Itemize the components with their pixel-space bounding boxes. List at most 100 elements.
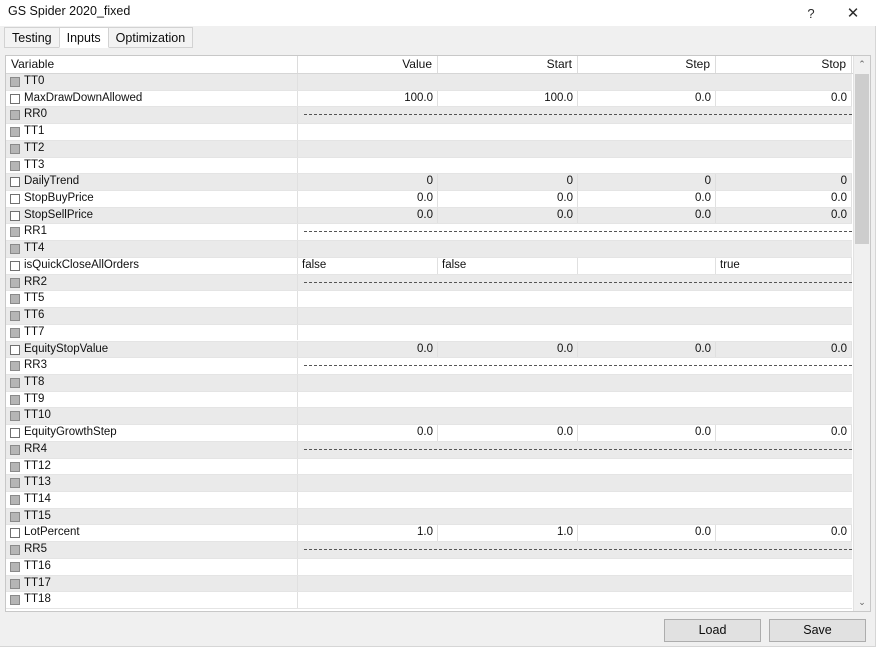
checkbox-icon[interactable]: [10, 411, 20, 422]
tab-optimization[interactable]: Optimization: [107, 27, 194, 48]
table-row[interactable]: EquityStopValue 0.0 0.0 0.0 0.0: [6, 341, 852, 359]
cell-value[interactable]: 0: [298, 174, 438, 190]
cell-value[interactable]: 0.0: [298, 341, 438, 358]
variable-name-cell[interactable]: TT18: [6, 592, 298, 608]
variable-name-cell[interactable]: MaxDrawDownAllowed: [6, 90, 298, 107]
table-row[interactable]: TT1: [6, 124, 852, 141]
variable-name-cell[interactable]: TT9: [6, 391, 298, 408]
column-header-value[interactable]: Value: [298, 56, 438, 73]
checkbox-icon[interactable]: [10, 77, 20, 87]
variable-name-cell[interactable]: RR5: [6, 542, 298, 558]
checkbox-icon[interactable]: [10, 277, 20, 288]
scrollbar-thumb[interactable]: [855, 74, 869, 244]
table-row[interactable]: MaxDrawDownAllowed 100.0 100.0 0.0 0.0: [6, 90, 852, 108]
cell-step[interactable]: 0.0: [578, 341, 716, 358]
cell-step[interactable]: 0: [578, 174, 716, 190]
cell-value[interactable]: 0.0: [298, 425, 438, 441]
cell-value[interactable]: false: [298, 257, 438, 274]
cell-step[interactable]: [578, 257, 716, 274]
variable-name-cell[interactable]: DailyTrend: [6, 174, 298, 190]
checkbox-icon[interactable]: [10, 494, 20, 505]
column-header-variable[interactable]: Variable: [6, 56, 298, 73]
cell-step[interactable]: 0.0: [578, 207, 716, 224]
tab-inputs[interactable]: Inputs: [58, 27, 109, 48]
checkbox-icon[interactable]: [10, 210, 20, 221]
cell-start[interactable]: false: [438, 257, 578, 274]
table-row[interactable]: StopSellPrice 0.0 0.0 0.0 0.0: [6, 207, 852, 225]
variable-name-cell[interactable]: StopSellPrice: [6, 207, 298, 224]
checkbox-icon[interactable]: [10, 160, 20, 171]
cell-value[interactable]: 0.0: [298, 191, 438, 207]
variable-name-cell[interactable]: TT4: [6, 241, 298, 257]
cell-start[interactable]: 0.0: [438, 207, 578, 224]
variable-name-cell[interactable]: TT5: [6, 291, 298, 308]
cell-value[interactable]: 1.0: [298, 525, 438, 542]
cell-value[interactable]: 0.0: [298, 207, 438, 224]
cell-start[interactable]: 0.0: [438, 341, 578, 358]
checkbox-icon[interactable]: [10, 461, 20, 472]
checkbox-icon[interactable]: [10, 244, 20, 255]
column-header-step[interactable]: Step: [578, 56, 716, 73]
table-row[interactable]: RR3: [6, 358, 852, 375]
checkbox-icon[interactable]: [10, 127, 20, 138]
column-header-stop[interactable]: Stop: [716, 56, 852, 73]
variable-name-cell[interactable]: EquityGrowthStep: [6, 425, 298, 441]
table-row[interactable]: isQuickCloseAllOrders false false true: [6, 257, 852, 275]
table-row[interactable]: EquityGrowthStep 0.0 0.0 0.0 0.0: [6, 425, 852, 442]
cell-stop[interactable]: true: [716, 257, 852, 274]
cell-stop[interactable]: 0.0: [716, 191, 852, 207]
cell-stop[interactable]: 0.0: [716, 207, 852, 224]
variable-name-cell[interactable]: isQuickCloseAllOrders: [6, 257, 298, 274]
checkbox-icon[interactable]: [10, 294, 20, 305]
cell-start[interactable]: 0.0: [438, 425, 578, 441]
cell-start[interactable]: 0: [438, 174, 578, 190]
checkbox-icon[interactable]: [10, 311, 20, 322]
table-row[interactable]: TT5: [6, 291, 852, 309]
cell-stop[interactable]: 0.0: [716, 525, 852, 542]
variable-name-cell[interactable]: TT12: [6, 458, 298, 475]
vertical-scrollbar[interactable]: ⌃ ⌄: [853, 56, 870, 611]
checkbox-icon[interactable]: [10, 545, 20, 556]
cell-step[interactable]: 0.0: [578, 191, 716, 207]
variable-name-cell[interactable]: TT2: [6, 140, 298, 157]
table-row[interactable]: TT10: [6, 408, 852, 426]
table-row[interactable]: TT14: [6, 491, 852, 509]
table-row[interactable]: TT3: [6, 157, 852, 175]
checkbox-icon[interactable]: [10, 394, 20, 405]
variable-name-cell[interactable]: TT14: [6, 491, 298, 508]
table-row[interactable]: LotPercent 1.0 1.0 0.0 0.0: [6, 525, 852, 543]
variable-name-cell[interactable]: StopBuyPrice: [6, 191, 298, 207]
variable-name-cell[interactable]: TT0: [6, 74, 298, 90]
variable-name-cell[interactable]: TT3: [6, 157, 298, 174]
cell-step[interactable]: 0.0: [578, 425, 716, 441]
table-row[interactable]: TT12: [6, 458, 852, 476]
variable-name-cell[interactable]: RR1: [6, 224, 298, 241]
variable-name-cell[interactable]: TT13: [6, 475, 298, 491]
variable-name-cell[interactable]: RR2: [6, 274, 298, 291]
checkbox-icon[interactable]: [10, 361, 20, 372]
checkbox-icon[interactable]: [10, 227, 20, 238]
table-row[interactable]: TT8: [6, 374, 852, 392]
checkbox-icon[interactable]: [10, 444, 20, 455]
checkbox-icon[interactable]: [10, 561, 20, 572]
cell-stop[interactable]: 0.0: [716, 425, 852, 441]
checkbox-icon[interactable]: [10, 428, 20, 439]
cell-start[interactable]: 100.0: [438, 90, 578, 107]
variable-name-cell[interactable]: RR3: [6, 358, 298, 374]
variable-name-cell[interactable]: TT15: [6, 508, 298, 525]
checkbox-icon[interactable]: [10, 110, 20, 121]
table-row[interactable]: TT17: [6, 575, 852, 593]
variable-name-cell[interactable]: RR0: [6, 107, 298, 124]
variable-name-cell[interactable]: TT17: [6, 575, 298, 592]
checkbox-icon[interactable]: [10, 528, 20, 539]
close-icon[interactable]: ✕: [832, 0, 874, 26]
cell-start[interactable]: 1.0: [438, 525, 578, 542]
checkbox-icon[interactable]: [10, 377, 20, 388]
checkbox-icon[interactable]: [10, 260, 20, 271]
variable-name-cell[interactable]: TT16: [6, 558, 298, 575]
table-row[interactable]: TT4: [6, 241, 852, 258]
checkbox-icon[interactable]: [10, 143, 20, 154]
table-row[interactable]: RR0: [6, 107, 852, 125]
checkbox-icon[interactable]: [10, 93, 20, 104]
save-button[interactable]: Save: [769, 619, 866, 642]
